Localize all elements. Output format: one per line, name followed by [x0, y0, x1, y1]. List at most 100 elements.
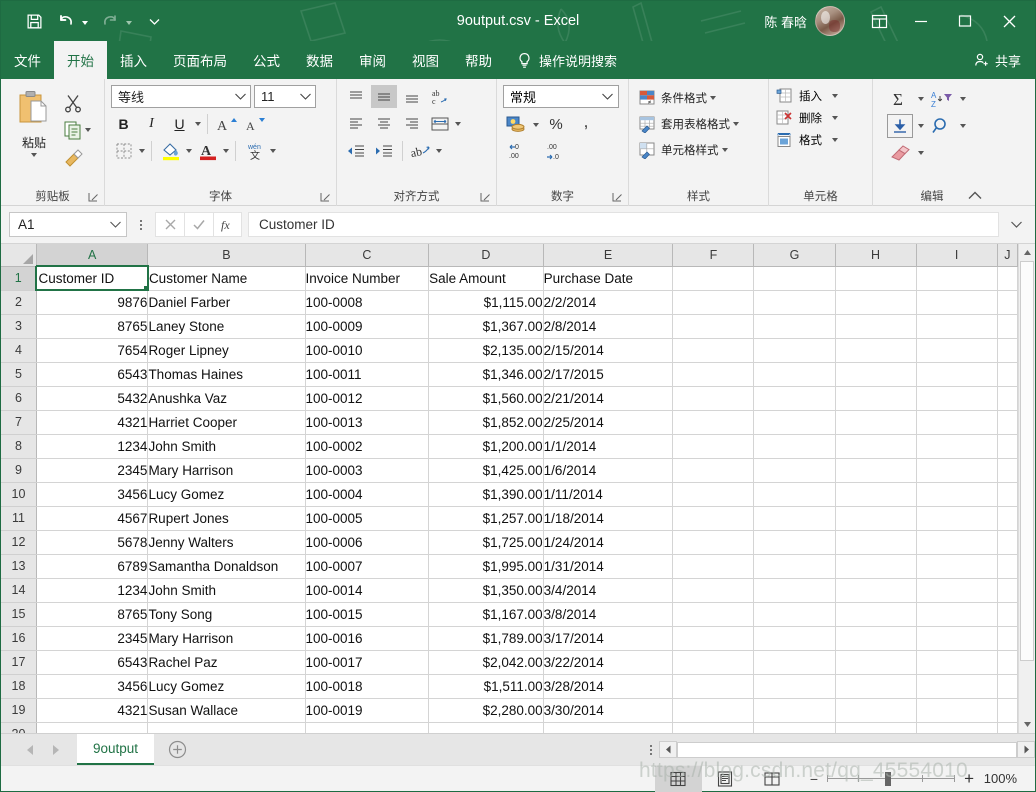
row-header-6[interactable]: 6: [1, 386, 37, 411]
phonetic-guide-dropdown-arrow[interactable]: [270, 148, 276, 153]
cell-I1[interactable]: [916, 266, 998, 291]
cell-H19[interactable]: [835, 698, 917, 723]
share-button[interactable]: 共享: [974, 41, 1035, 79]
cell-A7[interactable]: 4321: [36, 410, 149, 435]
column-header-j[interactable]: J: [997, 244, 1018, 267]
cell-D12[interactable]: $1,725.00: [428, 530, 544, 555]
cell-H12[interactable]: [835, 530, 917, 555]
confirm-edit-icon[interactable]: [184, 212, 213, 237]
formula-bar-grip[interactable]: [135, 219, 147, 230]
row-header-20[interactable]: 20: [1, 722, 37, 733]
cell-G12[interactable]: [753, 530, 836, 555]
percent-style-button[interactable]: %: [543, 113, 569, 136]
cell-B13[interactable]: Samantha Donaldson: [147, 554, 306, 579]
find-select-button[interactable]: [929, 114, 955, 138]
name-box-chevron-down-icon[interactable]: [109, 220, 122, 229]
cell-F18[interactable]: [672, 674, 755, 699]
cell-C14[interactable]: 100-0014: [305, 578, 430, 603]
horizontal-scrollbar[interactable]: [659, 741, 1035, 758]
cell-I15[interactable]: [916, 602, 998, 627]
select-all-corner[interactable]: [1, 244, 37, 267]
zoom-slider[interactable]: [827, 771, 956, 787]
bold-button[interactable]: B: [111, 112, 136, 135]
horizontal-scroll-thumb[interactable]: [677, 741, 1017, 758]
align-top-button[interactable]: [343, 85, 369, 108]
number-format-chevron-down-icon[interactable]: [601, 92, 614, 101]
tab-home[interactable]: 开始: [54, 41, 107, 79]
cell-F15[interactable]: [672, 602, 755, 627]
cell-A1[interactable]: Customer ID: [35, 265, 149, 291]
cell-H17[interactable]: [835, 650, 917, 675]
conditional-formatting-button[interactable]: ≠ 条件格式: [635, 87, 742, 109]
vertical-scroll-track[interactable]: [1019, 661, 1035, 716]
cell-C7[interactable]: 100-0013: [305, 410, 430, 435]
cell-A4[interactable]: 7654: [36, 338, 149, 363]
clear-dropdown-arrow[interactable]: [918, 151, 924, 155]
increase-indent-button[interactable]: [371, 139, 397, 162]
increase-decimal-button[interactable]: 0 .00: [507, 142, 533, 165]
cell-J5[interactable]: [997, 362, 1018, 387]
cell-D7[interactable]: $1,852.00: [428, 410, 544, 435]
font-size-chevron-down-icon[interactable]: [299, 92, 312, 101]
row-header-7[interactable]: 7: [1, 410, 37, 435]
redo-icon[interactable]: [95, 7, 125, 35]
cut-button[interactable]: [63, 91, 91, 115]
cell-F3[interactable]: [672, 314, 755, 339]
undo-dropdown-arrow[interactable]: [82, 21, 88, 25]
insert-cells-dropdown-arrow[interactable]: [832, 94, 838, 98]
insert-cells-button[interactable]: 插入: [775, 87, 838, 105]
align-middle-button[interactable]: [371, 85, 397, 108]
row-header-9[interactable]: 9: [1, 458, 37, 483]
cell-B10[interactable]: Lucy Gomez: [147, 482, 306, 507]
cell-H7[interactable]: [835, 410, 917, 435]
cell-D16[interactable]: $1,789.00: [428, 626, 544, 651]
cell-B12[interactable]: Jenny Walters: [147, 530, 306, 555]
autosum-dropdown-arrow[interactable]: [918, 97, 924, 101]
decrease-indent-button[interactable]: [343, 139, 369, 162]
copy-dropdown-arrow[interactable]: [85, 128, 91, 132]
cell-D19[interactable]: $2,280.00: [428, 698, 544, 723]
cell-I3[interactable]: [916, 314, 998, 339]
cell-A20[interactable]: [36, 722, 149, 733]
cell-B19[interactable]: Susan Wallace: [147, 698, 306, 723]
cell-I8[interactable]: [916, 434, 998, 459]
cancel-edit-icon[interactable]: [155, 212, 184, 237]
cell-G11[interactable]: [753, 506, 836, 531]
row-header-12[interactable]: 12: [1, 530, 37, 555]
cell-G13[interactable]: [753, 554, 836, 579]
decrease-decimal-button[interactable]: .00 .0: [545, 142, 571, 165]
font-dialog-launcher-icon[interactable]: [320, 192, 331, 203]
cell-H9[interactable]: [835, 458, 917, 483]
align-right-button[interactable]: [399, 112, 425, 135]
cell-C6[interactable]: 100-0012: [305, 386, 430, 411]
cell-G18[interactable]: [753, 674, 836, 699]
grow-font-button[interactable]: A: [214, 112, 239, 135]
cell-H16[interactable]: [835, 626, 917, 651]
cell-E15[interactable]: 3/8/2014: [543, 602, 674, 627]
cell-F6[interactable]: [672, 386, 755, 411]
cell-D14[interactable]: $1,350.00: [428, 578, 544, 603]
fill-color-dropdown-arrow[interactable]: [186, 148, 192, 153]
font-color-button[interactable]: A: [195, 139, 220, 162]
cell-G19[interactable]: [753, 698, 836, 723]
orientation-button[interactable]: ab c: [427, 85, 453, 108]
cell-A5[interactable]: 6543: [36, 362, 149, 387]
cell-F13[interactable]: [672, 554, 755, 579]
cell-E13[interactable]: 1/31/2014: [543, 554, 674, 579]
cell-I2[interactable]: [916, 290, 998, 315]
cell-B16[interactable]: Mary Harrison: [147, 626, 306, 651]
format-cells-button[interactable]: 格式: [775, 131, 838, 149]
cell-J15[interactable]: [997, 602, 1018, 627]
insert-function-icon[interactable]: fx: [213, 212, 242, 237]
cell-E18[interactable]: 3/28/2014: [543, 674, 674, 699]
clear-button[interactable]: [887, 141, 913, 165]
row-header-10[interactable]: 10: [1, 482, 37, 507]
cell-G4[interactable]: [753, 338, 836, 363]
row-header-18[interactable]: 18: [1, 674, 37, 699]
cell-B8[interactable]: John Smith: [147, 434, 306, 459]
cell-D13[interactable]: $1,995.00: [428, 554, 544, 579]
column-header-f[interactable]: F: [672, 244, 755, 267]
cell-A19[interactable]: 4321: [36, 698, 149, 723]
vertical-scrollbar[interactable]: [1018, 244, 1035, 733]
cell-I13[interactable]: [916, 554, 998, 579]
